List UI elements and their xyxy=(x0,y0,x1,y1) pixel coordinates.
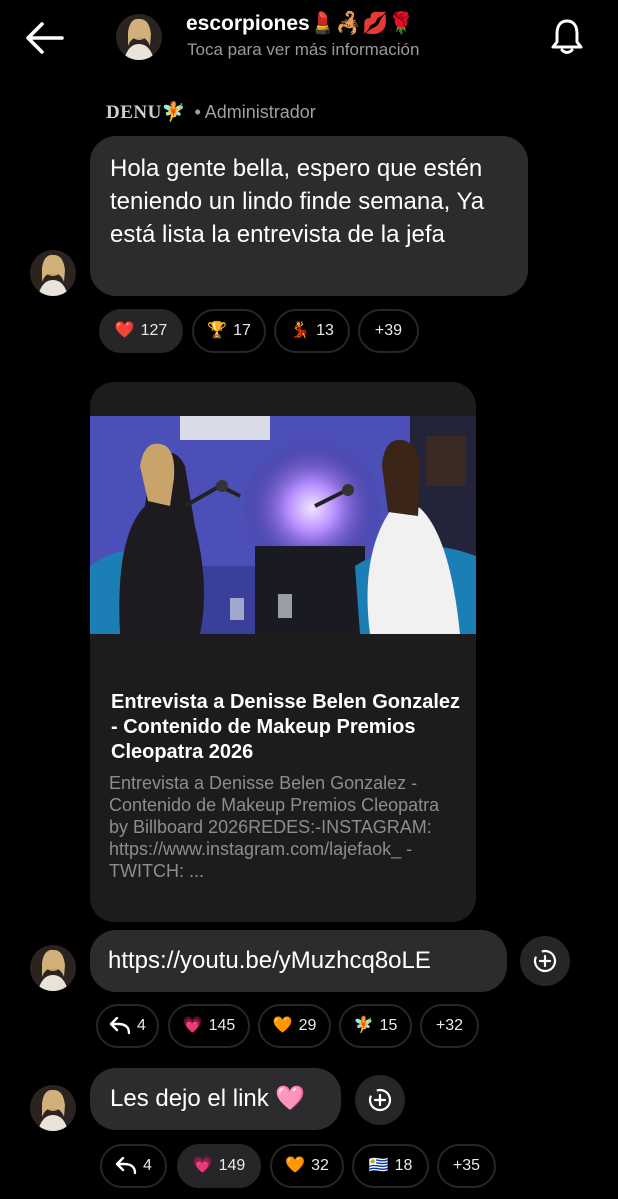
reaction-count: 149 xyxy=(218,1157,246,1174)
replies-button[interactable]: 4 xyxy=(100,1144,167,1188)
pink-heart-icon: 💗 xyxy=(182,1017,203,1034)
sender-line: DENU🧚 • Administrador xyxy=(106,100,316,124)
replies-count: 4 xyxy=(137,1017,146,1034)
red-heart-icon: ❤️ xyxy=(114,322,135,339)
reaction-count: 145 xyxy=(208,1017,236,1034)
dancer-icon: 💃 xyxy=(290,322,311,339)
fairy-icon: 🧚 xyxy=(353,1017,374,1034)
forward-button[interactable] xyxy=(355,1075,405,1125)
more-reactions-count: +39 xyxy=(374,322,403,339)
forward-icon xyxy=(368,1088,392,1112)
sender-avatar[interactable] xyxy=(30,250,76,296)
channel-name[interactable]: escorpiones💄🦂💋🌹 xyxy=(186,12,414,36)
channel-avatar[interactable] xyxy=(116,14,162,60)
trophy-icon: 🏆 xyxy=(207,322,228,339)
replies-button[interactable]: 4 xyxy=(96,1004,159,1048)
reaction-count: 29 xyxy=(298,1017,317,1034)
pink-heart-icon: 💗 xyxy=(192,1157,213,1174)
reaction-pink-heart[interactable]: 💗 145 xyxy=(168,1004,250,1048)
video-thumbnail[interactable] xyxy=(90,416,476,634)
reaction-count: 15 xyxy=(379,1017,398,1034)
reaction-orange-heart[interactable]: 🧡 29 xyxy=(258,1004,331,1048)
more-reactions-count: +35 xyxy=(452,1157,481,1174)
link-message-bubble[interactable]: https://youtu.be/yMuzhcq8oLE xyxy=(90,930,507,992)
back-arrow-icon[interactable] xyxy=(22,18,68,58)
link-preview-description: Entrevista a Denisse Belen Gonzalez - Co… xyxy=(109,773,440,881)
link-preview-card[interactable]: Entrevista a Denisse Belen Gonzalez - Co… xyxy=(90,382,476,922)
link-preview-title[interactable]: Entrevista a Denisse Belen Gonzalez - Co… xyxy=(111,690,461,765)
sender-avatar[interactable] xyxy=(30,945,76,991)
reaction-pink-heart[interactable]: 💗 149 xyxy=(177,1144,261,1188)
reaction-trophy[interactable]: 🏆 17 xyxy=(192,309,266,353)
reaction-count: 18 xyxy=(394,1157,413,1174)
forward-icon xyxy=(533,949,557,973)
sender-avatar[interactable] xyxy=(30,1085,76,1131)
reaction-heart[interactable]: ❤️ 127 xyxy=(99,309,183,353)
forward-button[interactable] xyxy=(520,936,570,986)
message-bubble[interactable]: Les dejo el link 🩷 xyxy=(90,1068,341,1130)
replies-count: 4 xyxy=(143,1157,152,1174)
channel-header[interactable]: escorpiones💄🦂💋🌹 Toca para ver más inform… xyxy=(0,0,618,80)
message-bubble[interactable]: Hola gente bella, espero que estén tenie… xyxy=(90,136,528,296)
reaction-count: 17 xyxy=(233,322,251,339)
orange-heart-icon: 🧡 xyxy=(272,1017,293,1034)
reaction-count: 32 xyxy=(311,1157,329,1174)
more-reactions-count: +32 xyxy=(435,1017,464,1034)
reaction-fairy[interactable]: 🧚 15 xyxy=(339,1004,412,1048)
sender-name[interactable]: DENU🧚 xyxy=(106,102,186,123)
sender-role: • Administrador xyxy=(194,102,316,122)
reaction-dancer[interactable]: 💃 13 xyxy=(274,309,350,353)
reaction-count: 13 xyxy=(316,322,334,339)
more-reactions[interactable]: +32 xyxy=(420,1004,479,1048)
reply-icon xyxy=(109,1017,131,1035)
reply-icon xyxy=(115,1157,137,1175)
reaction-count: 127 xyxy=(140,322,168,339)
uruguay-flag-icon: 🇺🇾 xyxy=(368,1157,389,1174)
more-reactions[interactable]: +39 xyxy=(358,309,419,353)
orange-heart-icon: 🧡 xyxy=(285,1157,306,1174)
reaction-orange-heart[interactable]: 🧡 32 xyxy=(270,1144,344,1188)
bell-icon[interactable] xyxy=(548,16,586,56)
reaction-uruguay-flag[interactable]: 🇺🇾 18 xyxy=(352,1144,429,1188)
channel-info-hint[interactable]: Toca para ver más información xyxy=(187,40,419,60)
more-reactions[interactable]: +35 xyxy=(437,1144,496,1188)
